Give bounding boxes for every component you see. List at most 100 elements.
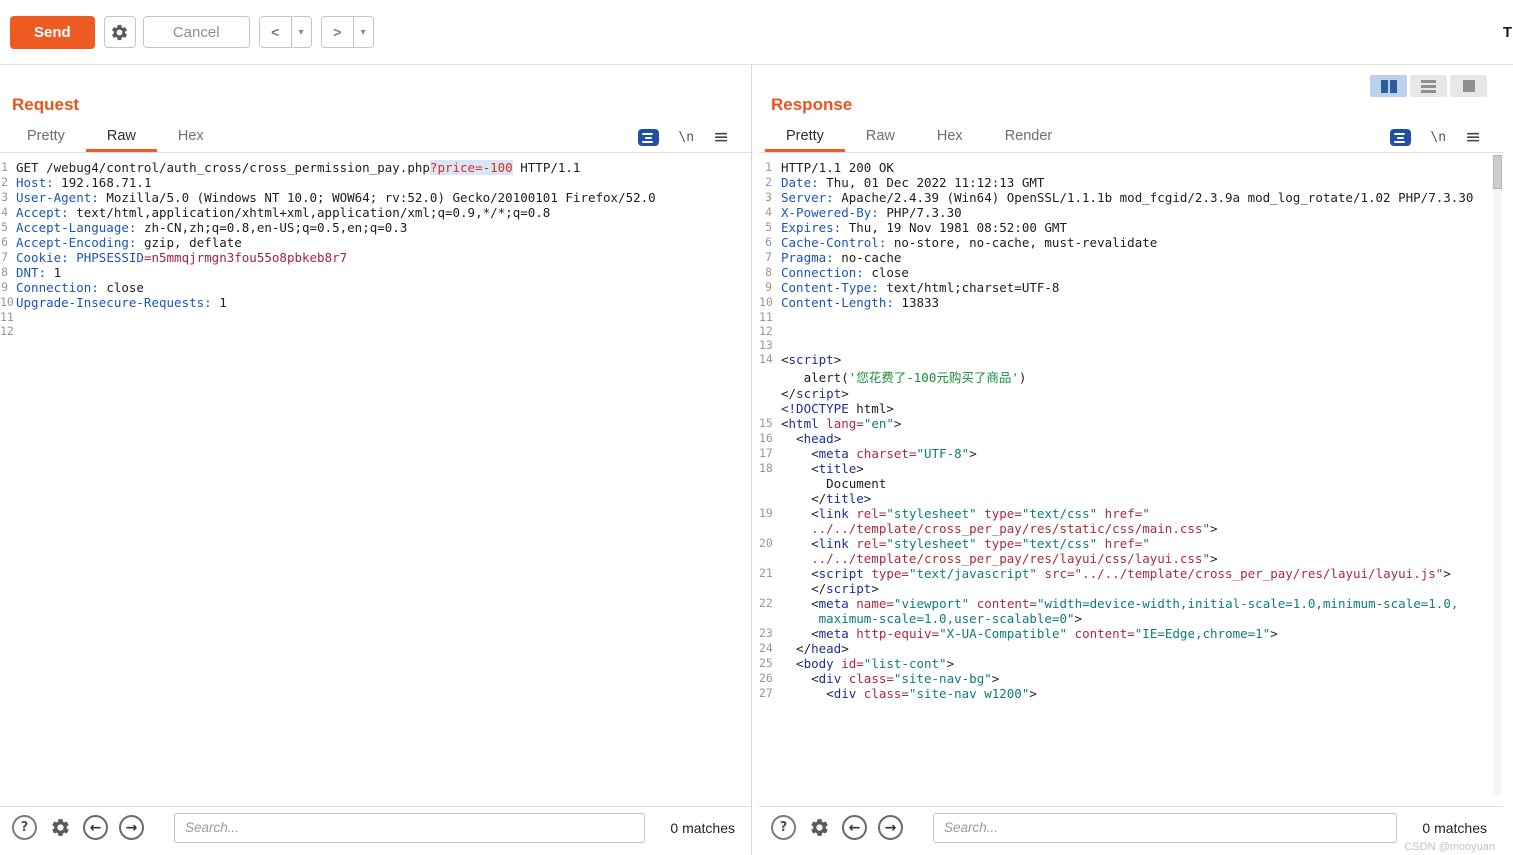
code-line: 3 User-Agent: Mozilla/5.0 (Windows NT 10.… <box>1 190 656 205</box>
response-match-count: 0 matches <box>1422 819 1487 836</box>
request-search-input[interactable] <box>174 812 646 843</box>
code-line: 18 <title> <box>759 461 864 476</box>
repeater-toolbar: Send Cancel < ▾ > ▾ T <box>0 0 1513 64</box>
send-button[interactable]: Send <box>10 15 95 49</box>
tab-request-hex[interactable]: Hex <box>157 123 225 152</box>
request-header: Request <box>0 65 751 123</box>
code-line: 9 Connection: close <box>1 280 144 295</box>
code-line: 22 <meta name="viewport" content="width=… <box>759 596 1459 611</box>
tab-response-render[interactable]: Render <box>984 123 1074 152</box>
help-icon[interactable]: ? <box>12 815 37 840</box>
code-line: 21 <script type="text/javascript" src=".… <box>759 566 1451 581</box>
code-line: 10 Upgrade-Insecure-Requests: 1 <box>0 295 227 310</box>
gear-icon <box>110 23 129 42</box>
code-line: Document <box>781 476 887 491</box>
search-settings-button[interactable] <box>807 816 831 840</box>
forward-button[interactable]: > <box>321 17 353 47</box>
search-settings-button[interactable] <box>48 816 72 840</box>
code-line: 26 <div class="site-nav-bg"> <box>759 671 1000 686</box>
response-scrollbar[interactable] <box>1493 155 1502 795</box>
code-line: 4 X-Powered-By: PHP/7.3.30 <box>765 205 962 220</box>
prev-match-button[interactable]: ← <box>842 815 867 840</box>
code-line: 14 <script> <box>759 352 842 367</box>
code-line: 19 <link rel="stylesheet" type="text/css… <box>759 506 1150 521</box>
code-line: 10 Content-Length: 13833 <box>759 295 940 310</box>
columns-icon <box>1380 79 1388 93</box>
code-line: 8 Connection: close <box>765 265 909 280</box>
tab-response-hex[interactable]: Hex <box>916 123 984 152</box>
help-icon[interactable]: ? <box>771 815 796 840</box>
single-pane-icon <box>1462 80 1475 92</box>
chevron-down-icon: ▾ <box>298 26 304 38</box>
code-line: 5 Accept-Language: zh-CN,zh;q=0.8,en-US;q… <box>1 220 408 235</box>
code-line: 6 Cache-Control: no-store, no-cache, must… <box>765 235 1158 250</box>
tab-request-pretty[interactable]: Pretty <box>6 123 86 152</box>
code-line: 2 Date: Thu, 01 Dec 2022 11:12:13 GMT <box>765 175 1045 190</box>
request-search-bar: ? ← → 0 matches <box>0 806 751 848</box>
repeater-panels: Request Pretty Raw Hex \n ≡ 1 GET /webug4… <box>0 64 1513 855</box>
pretty-print-icon[interactable] <box>1390 129 1412 146</box>
editor-menu-icon[interactable]: ≡ <box>1465 128 1481 147</box>
response-panel: Response Pretty Raw Hex Render \n ≡ 1 HTT… <box>759 65 1503 855</box>
gear-icon <box>50 817 71 838</box>
response-editor-icons: \n ≡ <box>1390 123 1497 152</box>
code-line: 3 Server: Apache/2.4.39 (Win64) OpenSSL/1… <box>765 190 1474 205</box>
code-line: 4 Accept: text/html,application/xhtml+xml… <box>1 205 551 220</box>
code-line: 1 HTTP/1.1 200 OK <box>765 160 894 175</box>
code-line: ../../template/cross_per_pay/res/layui/c… <box>781 551 1218 566</box>
show-newlines-icon[interactable]: \n <box>1430 130 1446 145</box>
arrow-left-icon: ← <box>848 819 861 836</box>
code-line: 12 <box>0 324 14 338</box>
rows-icon <box>1421 79 1436 93</box>
request-settings-button[interactable] <box>103 16 136 48</box>
code-line: 20 <link rel="stylesheet" type="text/css… <box>759 536 1150 551</box>
tab-response-raw[interactable]: Raw <box>845 123 916 152</box>
prev-match-button[interactable]: ← <box>83 815 108 840</box>
forward-history-dropdown[interactable]: ▾ <box>352 17 373 47</box>
code-line: </title> <box>781 491 872 506</box>
code-line: 11 <box>0 310 14 324</box>
code-line: alert('您花费了-100元购买了商品') <box>781 370 1027 385</box>
back-button[interactable]: < <box>259 17 291 47</box>
code-line: 5 Expires: Thu, 19 Nov 1981 08:52:00 GMT <box>765 220 1067 235</box>
cancel-button[interactable]: Cancel <box>142 16 250 48</box>
panel-splitter[interactable] <box>752 65 759 855</box>
tab-request-raw[interactable]: Raw <box>85 123 157 152</box>
code-line: </script> <box>781 386 849 401</box>
code-line: 23 <meta http-equiv="X-UA-Compatible" co… <box>759 626 1278 641</box>
response-search-input[interactable] <box>933 812 1398 843</box>
request-tabs: Pretty Raw Hex \n ≡ <box>0 123 751 153</box>
pretty-print-icon[interactable] <box>638 129 660 146</box>
watermark: CSDN @mooyuan <box>1404 841 1495 853</box>
request-editor[interactable]: 1 GET /webug4/control/auth_cross/cross_pe… <box>0 153 751 806</box>
code-line: 17 <meta charset="UTF-8"> <box>759 446 977 461</box>
request-title: Request <box>12 95 80 114</box>
show-newlines-icon[interactable]: \n <box>678 130 694 145</box>
response-editor[interactable]: 1 HTTP/1.1 200 OK 2 Date: Thu, 01 Dec 2022 … <box>759 153 1503 806</box>
response-search-bar: ? ← → 0 matches <box>759 806 1503 848</box>
tab-response-pretty[interactable]: Pretty <box>765 123 845 152</box>
arrow-right-icon: → <box>884 819 897 836</box>
back-history-dropdown[interactable]: ▾ <box>290 17 311 47</box>
code-line: 9 Content-Type: text/html;charset=UTF-8 <box>765 280 1060 295</box>
scrollbar-thumb[interactable] <box>1493 155 1502 189</box>
code-line: 16 <head> <box>759 431 842 446</box>
back-button-group: < ▾ <box>258 16 312 48</box>
code-line: </script> <box>781 581 879 596</box>
view-columns-button[interactable] <box>1370 75 1407 97</box>
code-line: ../../template/cross_per_pay/res/static/… <box>781 521 1218 536</box>
next-match-button[interactable]: → <box>878 815 903 840</box>
code-line: 27 <div class="site-nav w1200"> <box>759 686 1037 701</box>
view-rows-button[interactable] <box>1410 75 1447 97</box>
target-label-partial: T <box>1502 24 1512 41</box>
code-line: 13 <box>759 338 773 352</box>
editor-menu-icon[interactable]: ≡ <box>713 128 729 147</box>
view-single-button[interactable] <box>1450 75 1487 97</box>
next-match-button[interactable]: → <box>119 815 144 840</box>
request-match-count: 0 matches <box>670 819 735 836</box>
code-line: 6 Accept-Encoding: gzip, deflate <box>1 235 242 250</box>
chevron-down-icon: ▾ <box>360 26 366 38</box>
arrow-right-icon: → <box>125 819 138 836</box>
code-line: 12 <box>759 324 773 338</box>
response-title: Response <box>771 95 853 114</box>
